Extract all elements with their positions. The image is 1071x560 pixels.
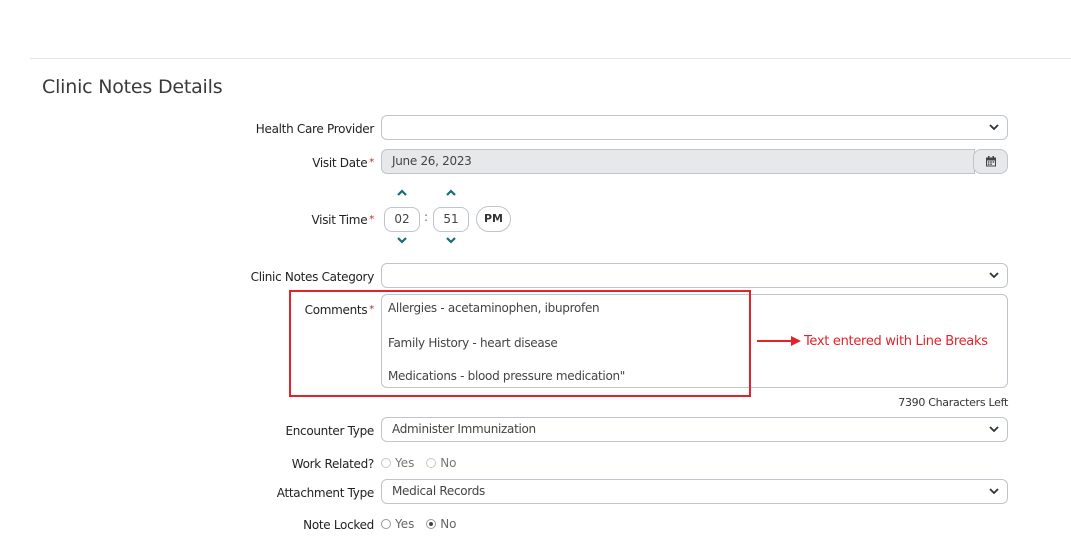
- minute-down-chevron-icon[interactable]: [444, 235, 458, 245]
- minute-input[interactable]: 51: [433, 207, 469, 232]
- work-related-radio-group: Yes No: [381, 456, 465, 470]
- annotation-arrow-icon: [757, 336, 801, 346]
- chevron-down-icon: [989, 488, 999, 495]
- calendar-icon: [986, 156, 996, 167]
- chevron-down-icon: [989, 426, 999, 433]
- radio-button[interactable]: [426, 458, 437, 468]
- attachment-type-select[interactable]: Medical Records: [381, 479, 1008, 504]
- annotation-text: Text entered with Line Breaks: [804, 334, 988, 349]
- attachment-type-label: Attachment Type: [276, 486, 375, 500]
- calendar-button[interactable]: [973, 149, 1008, 174]
- radio-button-selected[interactable]: [426, 519, 437, 529]
- chevron-down-icon: [989, 272, 999, 279]
- visit-date-label: Visit Date *: [312, 156, 374, 170]
- time-separator: :: [424, 210, 429, 224]
- chevron-down-icon: [989, 124, 999, 131]
- required-asterisk: *: [369, 214, 374, 225]
- radio-button[interactable]: [381, 458, 391, 468]
- header-divider: [30, 58, 1071, 59]
- required-asterisk: *: [369, 157, 374, 168]
- minute-up-chevron-icon[interactable]: [444, 188, 458, 198]
- hour-input[interactable]: 02: [384, 207, 420, 232]
- encounter-type-label: Encounter Type: [285, 424, 374, 438]
- visit-time-label: Visit Time *: [311, 213, 375, 227]
- note-locked-radio-group: Yes No: [381, 517, 465, 531]
- hour-up-chevron-icon[interactable]: [395, 188, 409, 198]
- encounter-type-select[interactable]: Administer Immunization: [381, 417, 1008, 442]
- hour-down-chevron-icon[interactable]: [395, 235, 409, 245]
- health-care-provider-label: Health Care Provider: [255, 122, 375, 136]
- note-locked-no-option[interactable]: No: [426, 517, 457, 531]
- work-related-label: Work Related?: [291, 457, 375, 471]
- work-related-no-option[interactable]: No: [426, 456, 457, 470]
- clinic-notes-category-label: Clinic Notes Category: [250, 270, 375, 284]
- note-locked-yes-option[interactable]: Yes: [381, 517, 414, 531]
- characters-left-counter: 7390 Characters Left: [898, 396, 1008, 409]
- ampm-toggle-button[interactable]: PM: [476, 206, 511, 232]
- health-care-provider-select[interactable]: [381, 115, 1008, 140]
- radio-button[interactable]: [381, 519, 391, 529]
- page-title: Clinic Notes Details: [42, 76, 223, 98]
- work-related-yes-option[interactable]: Yes: [381, 456, 414, 470]
- annotation-highlight-box: [289, 290, 751, 397]
- clinic-notes-category-select[interactable]: [381, 263, 1008, 288]
- visit-date-input[interactable]: June 26, 2023: [381, 149, 975, 174]
- note-locked-label: Note Locked: [303, 518, 374, 532]
